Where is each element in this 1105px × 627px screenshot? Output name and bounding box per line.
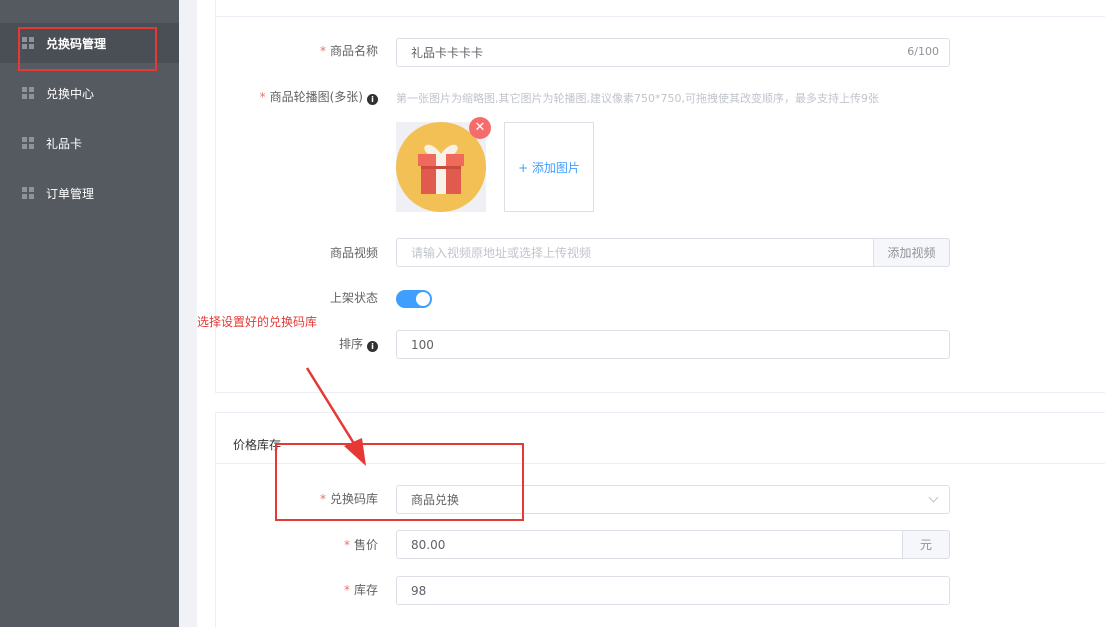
annotation-arrow	[305, 367, 366, 466]
